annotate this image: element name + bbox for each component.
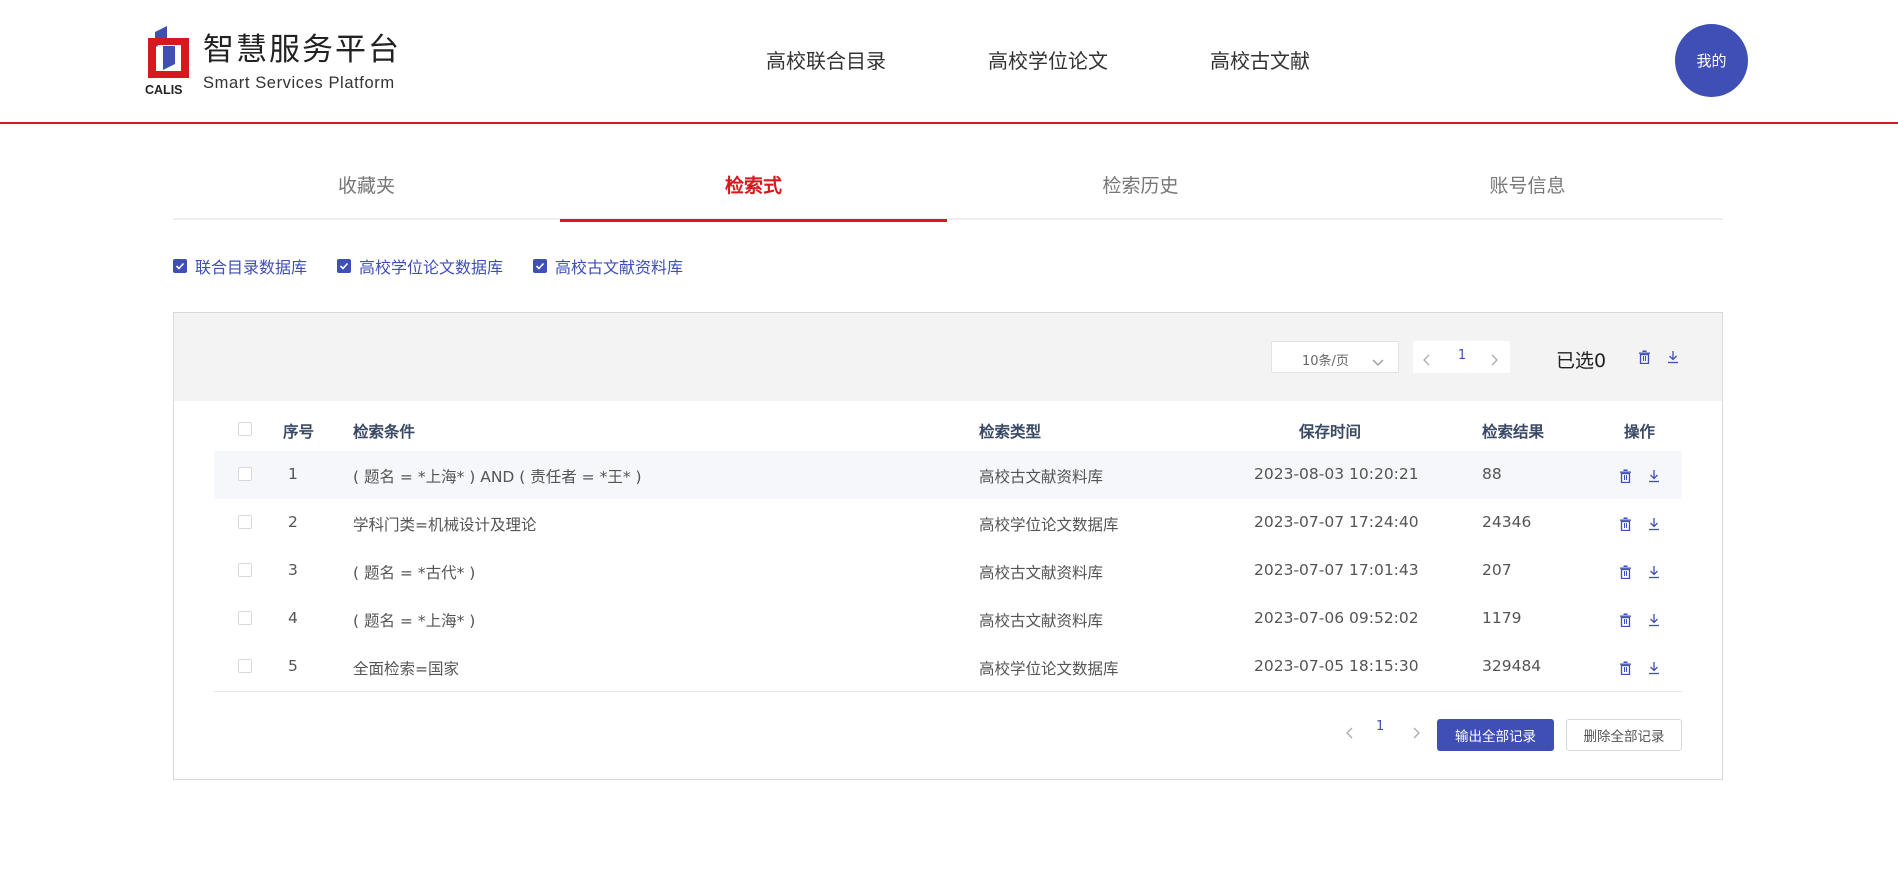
checkbox-checked-icon[interactable] <box>337 259 351 273</box>
row-checkbox[interactable] <box>238 563 252 577</box>
chevron-down-icon <box>1372 352 1384 371</box>
row-result: 329484 <box>1482 657 1542 675</box>
tab-favorites[interactable]: 收藏夹 <box>173 160 560 220</box>
checkbox-checked-icon[interactable] <box>533 259 547 273</box>
row-result: 207 <box>1482 561 1512 579</box>
row-checkbox[interactable] <box>238 467 252 481</box>
row-index: 4 <box>288 609 298 627</box>
row-result: 24346 <box>1482 513 1532 531</box>
row-index: 1 <box>288 465 298 483</box>
top-pager: 1 <box>1413 341 1510 373</box>
svg-text:CALIS: CALIS <box>145 83 183 96</box>
chevron-left-icon[interactable] <box>1423 351 1431 370</box>
col-condition: 检索条件 <box>353 423 416 441</box>
row-time: 2023-07-06 09:52:02 <box>1254 609 1419 627</box>
nav-dissertations[interactable]: 高校学位论文 <box>988 48 1108 74</box>
download-icon[interactable] <box>1667 349 1679 368</box>
top-header: CALIS 智慧服务平台 Smart Services Platform 高校联… <box>0 0 1898 124</box>
row-time: 2023-07-07 17:01:43 <box>1254 561 1419 579</box>
row-checkbox[interactable] <box>238 659 252 673</box>
filter-label: 高校古文献资料库 <box>555 258 684 277</box>
trash-icon[interactable] <box>1619 660 1632 679</box>
filter-dissertations[interactable]: 高校学位论文数据库 <box>337 256 504 277</box>
row-result: 88 <box>1482 465 1502 483</box>
delete-all-button[interactable]: 删除全部记录 <box>1566 719 1682 751</box>
filter-label: 联合目录数据库 <box>195 258 308 277</box>
table-divider <box>214 691 1682 692</box>
tab-search-expressions[interactable]: 检索式 <box>560 160 947 222</box>
current-page[interactable]: 1 <box>1376 719 1384 734</box>
trash-icon[interactable] <box>1619 468 1632 487</box>
chevron-right-icon[interactable] <box>1490 351 1498 370</box>
row-condition: ( 题名 = *上海* ) <box>353 612 476 630</box>
brand-title: 智慧服务平台 <box>203 32 401 68</box>
tab-account-info[interactable]: 账号信息 <box>1334 160 1721 220</box>
panel-toolbar: 10条/页 1 已选0 <box>174 313 1722 401</box>
page-size-value: 10条/页 <box>1302 354 1349 369</box>
table-row[interactable]: 2 学科门类=机械设计及理论 高校学位论文数据库 2023-07-07 17:2… <box>214 499 1682 547</box>
download-icon[interactable] <box>1648 564 1660 583</box>
download-icon[interactable] <box>1648 612 1660 631</box>
row-checkbox[interactable] <box>238 611 252 625</box>
download-icon[interactable] <box>1648 660 1660 679</box>
filter-union-catalog[interactable]: 联合目录数据库 <box>173 256 308 277</box>
trash-icon[interactable] <box>1619 564 1632 583</box>
row-type: 高校古文献资料库 <box>979 468 1104 486</box>
select-all-checkbox[interactable] <box>238 422 252 436</box>
filter-ancient-documents[interactable]: 高校古文献资料库 <box>533 256 684 277</box>
col-index: 序号 <box>283 423 315 441</box>
trash-icon[interactable] <box>1619 612 1632 631</box>
export-all-button[interactable]: 输出全部记录 <box>1437 719 1554 751</box>
download-icon[interactable] <box>1648 516 1660 535</box>
row-condition: ( 题名 = *古代* ) <box>353 564 476 582</box>
row-type: 高校学位论文数据库 <box>979 516 1119 534</box>
table-row[interactable]: 4 ( 题名 = *上海* ) 高校古文献资料库 2023-07-06 09:5… <box>214 595 1682 643</box>
my-account-button[interactable]: 我的 <box>1675 24 1748 97</box>
col-type: 检索类型 <box>979 423 1042 441</box>
row-time: 2023-07-05 18:15:30 <box>1254 657 1419 675</box>
row-checkbox[interactable] <box>238 515 252 529</box>
row-condition: 学科门类=机械设计及理论 <box>353 516 537 534</box>
nav-ancient-documents[interactable]: 高校古文献 <box>1210 48 1310 74</box>
row-time: 2023-07-07 17:24:40 <box>1254 513 1419 531</box>
row-time: 2023-08-03 10:20:21 <box>1254 465 1419 483</box>
col-actions: 操作 <box>1624 423 1656 441</box>
table-header: 序号 检索条件 检索类型 保存时间 检索结果 操作 <box>214 401 1682 451</box>
row-type: 高校古文献资料库 <box>979 612 1104 630</box>
brand-text: 智慧服务平台 Smart Services Platform <box>203 30 401 94</box>
search-expressions-table: 序号 检索条件 检索类型 保存时间 检索结果 操作 1 ( 题名 = *上海* … <box>214 401 1682 692</box>
checkbox-checked-icon[interactable] <box>173 259 187 273</box>
row-index: 2 <box>288 513 298 531</box>
row-result: 1179 <box>1482 609 1522 627</box>
table-row[interactable]: 1 ( 题名 = *上海* ) AND ( 责任者 = *王* ) 高校古文献资… <box>214 451 1682 499</box>
row-type: 高校学位论文数据库 <box>979 660 1119 678</box>
row-index: 5 <box>288 657 298 675</box>
row-type: 高校古文献资料库 <box>979 564 1104 582</box>
tab-search-history[interactable]: 检索历史 <box>947 160 1334 220</box>
row-condition: 全面检索=国家 <box>353 660 459 678</box>
table-row[interactable]: 3 ( 题名 = *古代* ) 高校古文献资料库 2023-07-07 17:0… <box>214 547 1682 595</box>
calis-logo[interactable]: CALIS <box>145 24 193 97</box>
chevron-left-icon[interactable] <box>1346 724 1354 743</box>
col-time: 保存时间 <box>1299 423 1362 441</box>
row-condition: ( 题名 = *上海* ) AND ( 责任者 = *王* ) <box>353 468 642 486</box>
nav-union-catalog[interactable]: 高校联合目录 <box>766 48 886 74</box>
trash-icon[interactable] <box>1638 349 1651 368</box>
selected-count: 已选0 <box>1556 350 1607 372</box>
row-index: 3 <box>288 561 298 579</box>
brand-subtitle: Smart Services Platform <box>203 74 395 92</box>
account-tabs: 收藏夹 检索式 检索历史 账号信息 <box>173 160 1723 222</box>
page-size-select[interactable]: 10条/页 <box>1271 341 1399 373</box>
search-expressions-panel: 10条/页 1 已选0 序号 检索条件 检索类型 保存时间 检索结果 操作 1 … <box>173 312 1723 780</box>
chevron-right-icon[interactable] <box>1412 724 1420 743</box>
current-page[interactable]: 1 <box>1455 348 1469 363</box>
trash-icon[interactable] <box>1619 516 1632 535</box>
col-result: 检索结果 <box>1482 423 1545 441</box>
table-row[interactable]: 5 全面检索=国家 高校学位论文数据库 2023-07-05 18:15:30 … <box>214 643 1682 691</box>
download-icon[interactable] <box>1648 468 1660 487</box>
filter-label: 高校学位论文数据库 <box>359 258 504 277</box>
